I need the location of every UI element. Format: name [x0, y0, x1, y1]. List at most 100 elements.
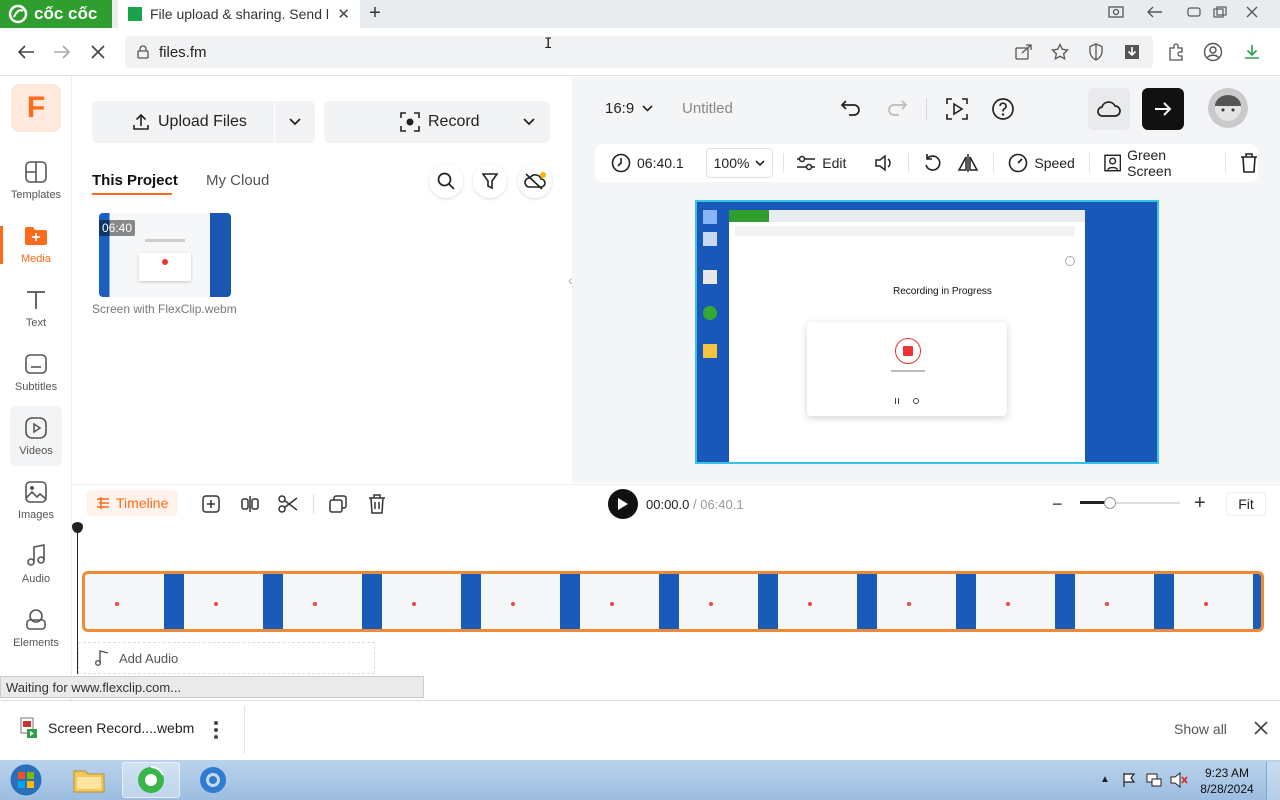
- flip-button[interactable]: [957, 144, 979, 182]
- add-audio-button[interactable]: Add Audio: [78, 642, 375, 674]
- close-downloads-bar-icon[interactable]: [1254, 721, 1268, 735]
- split-icon[interactable]: [239, 494, 261, 514]
- trash-icon[interactable]: [366, 494, 388, 514]
- redo-icon[interactable]: [886, 98, 908, 118]
- scissors-icon[interactable]: [277, 494, 299, 514]
- filter-button[interactable]: [473, 164, 507, 198]
- fit-button[interactable]: Fit: [1226, 492, 1266, 516]
- download-item[interactable]: Screen Record....webm: [18, 717, 194, 739]
- delete-clip-button[interactable]: [1240, 144, 1258, 182]
- rail-item-videos[interactable]: Videos: [10, 406, 62, 466]
- flexclip-logo[interactable]: F: [11, 84, 61, 132]
- elements-shapes-icon: [23, 607, 49, 633]
- show-desktop-button[interactable]: [1266, 762, 1280, 800]
- download-page-icon[interactable]: [1121, 41, 1143, 63]
- record-button[interactable]: Record: [324, 101, 550, 143]
- browser-tab[interactable]: File upload & sharing. Send l ✕: [118, 0, 360, 28]
- start-button[interactable]: [6, 762, 46, 798]
- rail-item-text[interactable]: Text: [0, 278, 72, 338]
- back-history-icon[interactable]: [1143, 2, 1167, 22]
- undo-icon[interactable]: [840, 98, 862, 118]
- record-dropdown-chevron-icon[interactable]: [508, 118, 550, 126]
- cloud-save-button[interactable]: [1088, 88, 1130, 130]
- clip-frame: [382, 574, 481, 629]
- show-all-downloads-link[interactable]: Show all: [1174, 721, 1227, 737]
- show-hidden-icons-icon[interactable]: ▲: [1100, 774, 1110, 785]
- music-note-icon: [95, 650, 109, 666]
- taskbar-chrome-button[interactable]: [184, 762, 242, 798]
- zoom-out-icon[interactable]: −: [1052, 494, 1063, 515]
- zoom-in-icon[interactable]: +: [1194, 492, 1206, 515]
- rotate-button[interactable]: [923, 144, 943, 182]
- volume-muted-icon[interactable]: [1170, 772, 1188, 788]
- search-button[interactable]: [429, 164, 463, 198]
- bookmark-star-icon[interactable]: [1049, 41, 1071, 63]
- cloud-sync-button[interactable]: [518, 164, 552, 198]
- avatar[interactable]: [1208, 88, 1248, 128]
- extensions-puzzle-icon[interactable]: [1164, 40, 1188, 64]
- taskbar-clock[interactable]: 9:23 AM 8/28/2024: [1196, 765, 1258, 797]
- taskbar-explorer-button[interactable]: [60, 762, 118, 798]
- coccoc-logo-button[interactable]: cốc cốc: [0, 0, 112, 28]
- sliders-icon: [797, 155, 816, 171]
- taskbar-coccoc-button[interactable]: [122, 762, 180, 798]
- add-clip-icon[interactable]: [200, 494, 222, 514]
- preview-play-icon[interactable]: [945, 97, 969, 121]
- timeline-toggle[interactable]: Timeline: [86, 490, 178, 516]
- speed-button[interactable]: Speed: [1008, 144, 1075, 182]
- stop-loading-icon[interactable]: [86, 40, 110, 64]
- profile-icon[interactable]: [1201, 40, 1225, 64]
- rail-item-images[interactable]: Images: [0, 470, 72, 530]
- help-icon[interactable]: [991, 97, 1015, 121]
- rail-item-media[interactable]: Media: [0, 214, 72, 274]
- close-tab-icon[interactable]: ✕: [337, 5, 350, 23]
- tab-my-cloud[interactable]: My Cloud: [206, 172, 269, 189]
- rail-item-audio[interactable]: Audio: [0, 534, 72, 594]
- clip-frame: [1075, 574, 1174, 629]
- volume-button[interactable]: [874, 144, 894, 182]
- action-center-flag-icon[interactable]: [1122, 772, 1136, 788]
- thumbnail-duration: 06:40: [99, 220, 136, 236]
- playhead-handle[interactable]: [72, 522, 83, 533]
- record-screen-icon: [400, 112, 420, 132]
- duration-control[interactable]: 06:40.1: [595, 144, 700, 182]
- back-arrow-icon[interactable]: [14, 40, 38, 64]
- zoom-slider-handle[interactable]: [1104, 497, 1116, 509]
- downloads-icon[interactable]: [1240, 40, 1264, 64]
- play-button[interactable]: [608, 489, 638, 519]
- new-tab-button[interactable]: +: [364, 2, 386, 26]
- address-bar[interactable]: files.fm: [125, 36, 1153, 68]
- share-icon[interactable]: [1013, 41, 1035, 63]
- rail-label: Images: [17, 509, 55, 521]
- preview-recording-title: Recording in Progress: [893, 286, 992, 297]
- close-window-button[interactable]: [1240, 2, 1264, 22]
- upload-dropdown-chevron-icon[interactable]: [275, 118, 315, 126]
- rail-label: Videos: [19, 445, 53, 457]
- screenshot-icon[interactable]: [1104, 2, 1128, 22]
- restore-button[interactable]: [1208, 2, 1232, 22]
- aspect-ratio-select[interactable]: 16:9: [605, 100, 653, 117]
- green-screen-button[interactable]: Green Screen: [1104, 144, 1211, 182]
- minimize-button[interactable]: [1182, 2, 1206, 22]
- duplicate-icon[interactable]: [327, 494, 349, 514]
- rail-label: Elements: [13, 637, 59, 649]
- project-name[interactable]: Untitled: [682, 100, 733, 117]
- rail-item-elements[interactable]: Elements: [0, 598, 72, 658]
- zoom-select[interactable]: 100%: [705, 148, 774, 178]
- edit-button[interactable]: Edit: [796, 144, 846, 182]
- add-audio-label: Add Audio: [119, 650, 179, 666]
- shield-icon[interactable]: [1085, 41, 1107, 63]
- upload-files-button[interactable]: Upload Files: [92, 101, 315, 143]
- forward-arrow-icon[interactable]: [50, 40, 74, 64]
- export-button[interactable]: [1142, 88, 1184, 130]
- rail-item-subtitles[interactable]: Subtitles: [0, 342, 72, 402]
- video-canvas-preview[interactable]: Recording in Progress: [695, 200, 1159, 464]
- tab-this-project[interactable]: This Project: [92, 172, 178, 189]
- rail-item-templates[interactable]: Templates: [0, 150, 72, 210]
- network-icon[interactable]: [1146, 772, 1162, 788]
- clip-frame: [778, 574, 877, 629]
- download-more-options-icon[interactable]: [210, 720, 222, 740]
- cloud-icon: [1097, 101, 1121, 117]
- video-track-clip[interactable]: [82, 571, 1264, 632]
- thumbnail-filename: Screen with FlexClip.webm: [92, 302, 237, 316]
